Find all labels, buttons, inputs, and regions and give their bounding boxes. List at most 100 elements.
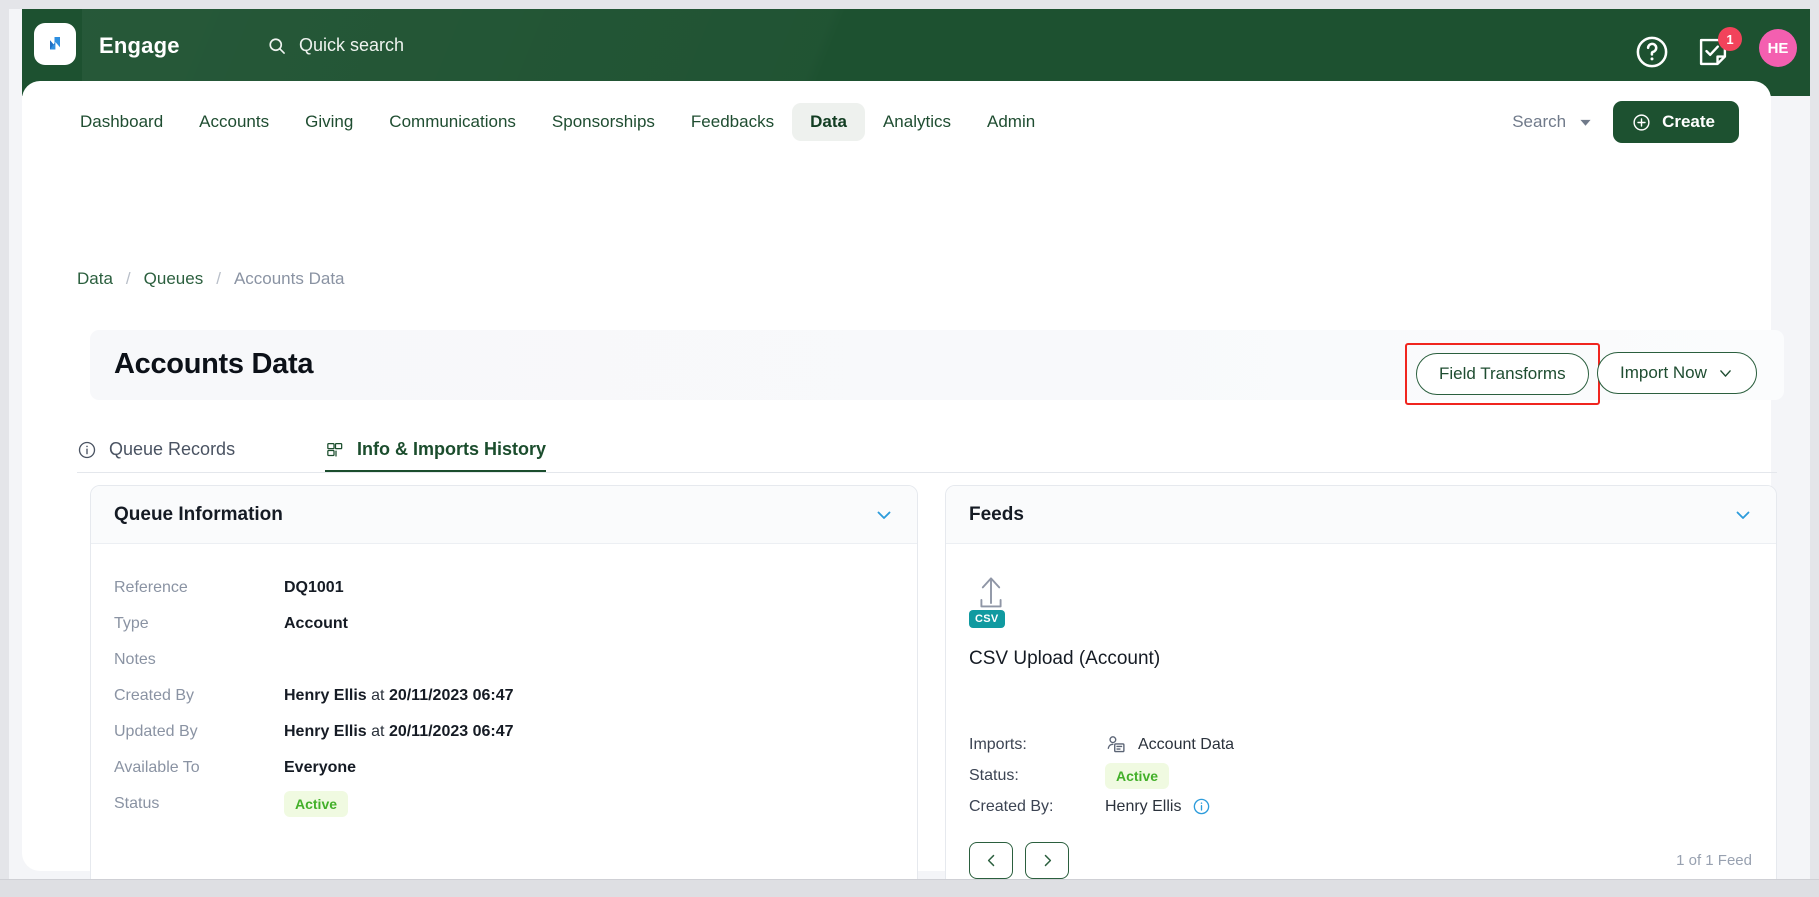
detail-value: Active	[284, 791, 349, 817]
detail-row-notes: Notes	[91, 642, 917, 678]
detail-value: Henry Ellis at 20/11/2023 06:47	[284, 687, 514, 705]
nav-items-group: Dashboard Accounts Giving Communications…	[62, 103, 1053, 141]
chevron-down-icon	[1720, 369, 1731, 377]
page-title: Accounts Data	[114, 348, 314, 380]
feeds-body: CSV CSV Upload (Account) Imports: Accoun…	[946, 544, 1776, 879]
browser-window: Engage Quick search 1 HE Dashboard Accou…	[0, 0, 1819, 897]
grid-layout-icon	[327, 442, 343, 457]
chevron-down-icon	[877, 511, 891, 519]
window-frame-bottom	[0, 879, 1819, 897]
detail-value: Henry Ellis at 20/11/2023 06:47	[284, 723, 514, 741]
breadcrumb-item-queues[interactable]: Queues	[144, 269, 204, 289]
feeds-collapse-toggle[interactable]	[1732, 504, 1754, 526]
detail-row-available-to: Available To Everyone	[91, 750, 917, 786]
status-value-wrap: Active	[1105, 762, 1170, 789]
field-transforms-highlight: Field Transforms	[1405, 343, 1600, 405]
feeds-header: Feeds	[946, 486, 1776, 544]
imports-value-wrap: Account Data	[1105, 734, 1234, 756]
chevron-down-icon	[1580, 119, 1591, 126]
queue-information-title: Queue Information	[114, 503, 283, 525]
nav-item-data[interactable]: Data	[792, 103, 865, 141]
feeds-panel: Feeds CSV CSV Upload (Account) Imports: …	[945, 485, 1777, 879]
nav-item-communications[interactable]: Communications	[371, 103, 534, 141]
feed-row-created-by: Created By: Henry Ellis	[969, 791, 1234, 822]
chevron-right-icon	[1044, 854, 1051, 867]
help-circle-icon[interactable]	[1634, 34, 1670, 70]
tab-info-imports-history[interactable]: Info & Imports History	[325, 426, 547, 473]
status-label: Status:	[969, 766, 1019, 784]
breadcrumb-item-data[interactable]: Data	[77, 269, 113, 289]
detail-label: Reference	[114, 579, 188, 596]
detail-row-type: Type Account	[91, 606, 917, 642]
import-now-button[interactable]: Import Now	[1597, 352, 1757, 394]
field-transforms-label: Field Transforms	[1439, 364, 1566, 383]
window-frame-right	[1810, 0, 1819, 897]
detail-value: Everyone	[284, 759, 357, 776]
tab-queue-records-label: Queue Records	[109, 439, 236, 459]
plus-circle-icon	[1633, 113, 1650, 131]
queue-detail-rows: Reference DQ1001 Type Account Notes Crea…	[91, 544, 917, 822]
create-button[interactable]: Create	[1613, 101, 1739, 143]
nav-item-giving[interactable]: Giving	[287, 103, 371, 141]
content-tabs: Queue Records Info & Imports History	[77, 426, 1777, 474]
queue-information-header: Queue Information	[91, 486, 917, 544]
detail-label: Available To	[114, 759, 200, 776]
nav-item-feedbacks[interactable]: Feedbacks	[673, 103, 792, 141]
chevron-down-icon	[1736, 511, 1750, 519]
quick-search-label: Quick search	[299, 35, 405, 55]
chevron-left-icon	[987, 854, 994, 867]
search-dropdown-label: Search	[1512, 112, 1567, 131]
created-by-value: Henry Ellis	[1105, 797, 1182, 815]
info-circle-icon	[78, 441, 96, 458]
detail-value: Account	[284, 615, 348, 632]
nav-item-sponsorships[interactable]: Sponsorships	[534, 103, 673, 141]
updated-by-user: Henry Ellis	[284, 723, 367, 740]
primary-navigation: Dashboard Accounts Giving Communications…	[22, 81, 1771, 157]
tab-queue-records[interactable]: Queue Records	[77, 426, 235, 473]
tab-info-imports-history-label: Info & Imports History	[357, 439, 547, 459]
feeds-prev-button[interactable]	[969, 842, 1013, 879]
detail-value: DQ1001	[284, 579, 344, 596]
feed-status-badge: Active	[1105, 762, 1170, 789]
detail-row-created-by: Created By Henry Ellis at 20/11/2023 06:…	[91, 678, 917, 714]
detail-label: Status	[114, 795, 160, 812]
account-record-icon	[1107, 735, 1125, 752]
feeds-pagination	[969, 842, 1069, 879]
engage-logo-icon[interactable]	[34, 23, 76, 65]
detail-label: Type	[114, 615, 149, 632]
application-root: Engage Quick search 1 HE Dashboard Accou…	[9, 9, 1810, 879]
breadcrumb-separator: /	[125, 269, 131, 288]
field-transforms-button[interactable]: Field Transforms	[1416, 353, 1589, 395]
csv-upload-icon: CSV	[969, 570, 1027, 628]
feed-row-imports: Imports: Account Data	[969, 729, 1234, 760]
created-by-connector: at	[366, 687, 389, 704]
created-by-label: Created By:	[969, 797, 1054, 815]
brand-title: Engage	[99, 33, 180, 58]
nav-right-group: Search Create	[1512, 101, 1739, 143]
feed-row-status: Status: Active	[969, 760, 1234, 791]
nav-item-accounts[interactable]: Accounts	[181, 103, 287, 141]
task-notification-badge[interactable]: 1	[1718, 27, 1742, 51]
updated-by-connector: at	[366, 723, 389, 740]
window-frame-top	[0, 0, 1819, 9]
nav-item-analytics[interactable]: Analytics	[865, 103, 969, 141]
search-dropdown[interactable]: Search	[1512, 112, 1593, 132]
nav-item-dashboard[interactable]: Dashboard	[62, 103, 181, 141]
info-circle-icon[interactable]	[1192, 797, 1211, 816]
nav-item-admin[interactable]: Admin	[969, 103, 1053, 141]
import-now-label: Import Now	[1620, 363, 1707, 382]
breadcrumb-item-accounts-data: Accounts Data	[233, 269, 345, 288]
updated-by-timestamp: 20/11/2023 06:47	[388, 723, 514, 740]
queue-information-collapse-toggle[interactable]	[873, 504, 895, 526]
detail-label: Notes	[114, 651, 156, 668]
upload-arrow-icon	[980, 577, 1002, 608]
breadcrumb: Data / Queues / Accounts Data	[77, 269, 345, 289]
feeds-next-button[interactable]	[1025, 842, 1069, 879]
feed-meta-group: Imports: Account Data Status: Active Cre…	[969, 729, 1234, 822]
user-avatar[interactable]: HE	[1759, 29, 1797, 67]
breadcrumb-separator: /	[216, 269, 221, 288]
quick-search-trigger[interactable]: Quick search	[267, 35, 404, 56]
tabs-divider	[77, 472, 1777, 473]
logo-glyph	[50, 37, 60, 50]
detail-label: Created By	[114, 687, 195, 704]
